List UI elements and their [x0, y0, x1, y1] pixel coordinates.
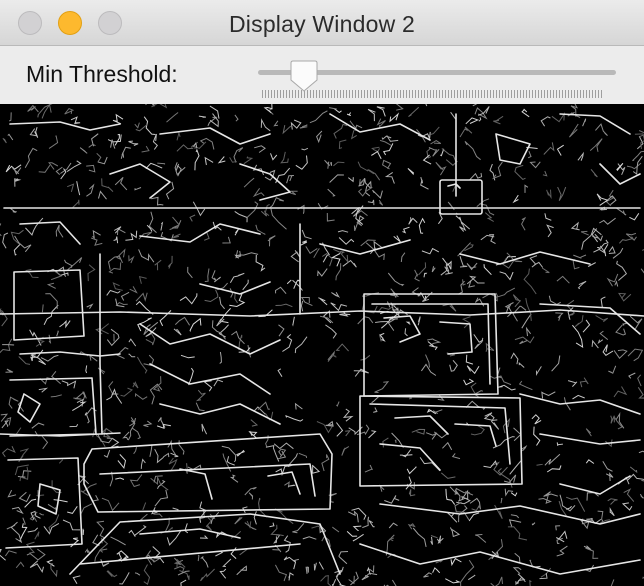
edge-fragment [82, 528, 85, 536]
window-title: Display Window 2 [229, 11, 415, 37]
title-bar[interactable]: Display Window 2 [0, 0, 644, 46]
display-window: Display Window 2 Min Threshold: [0, 0, 644, 586]
edge-image-canvas [0, 104, 644, 586]
edge-detection-image [0, 104, 644, 586]
threshold-label: Min Threshold: [26, 61, 178, 87]
threshold-slider[interactable] [258, 60, 624, 102]
trackbar-panel: Min Threshold: [0, 46, 644, 104]
slider-knob[interactable] [288, 60, 320, 92]
